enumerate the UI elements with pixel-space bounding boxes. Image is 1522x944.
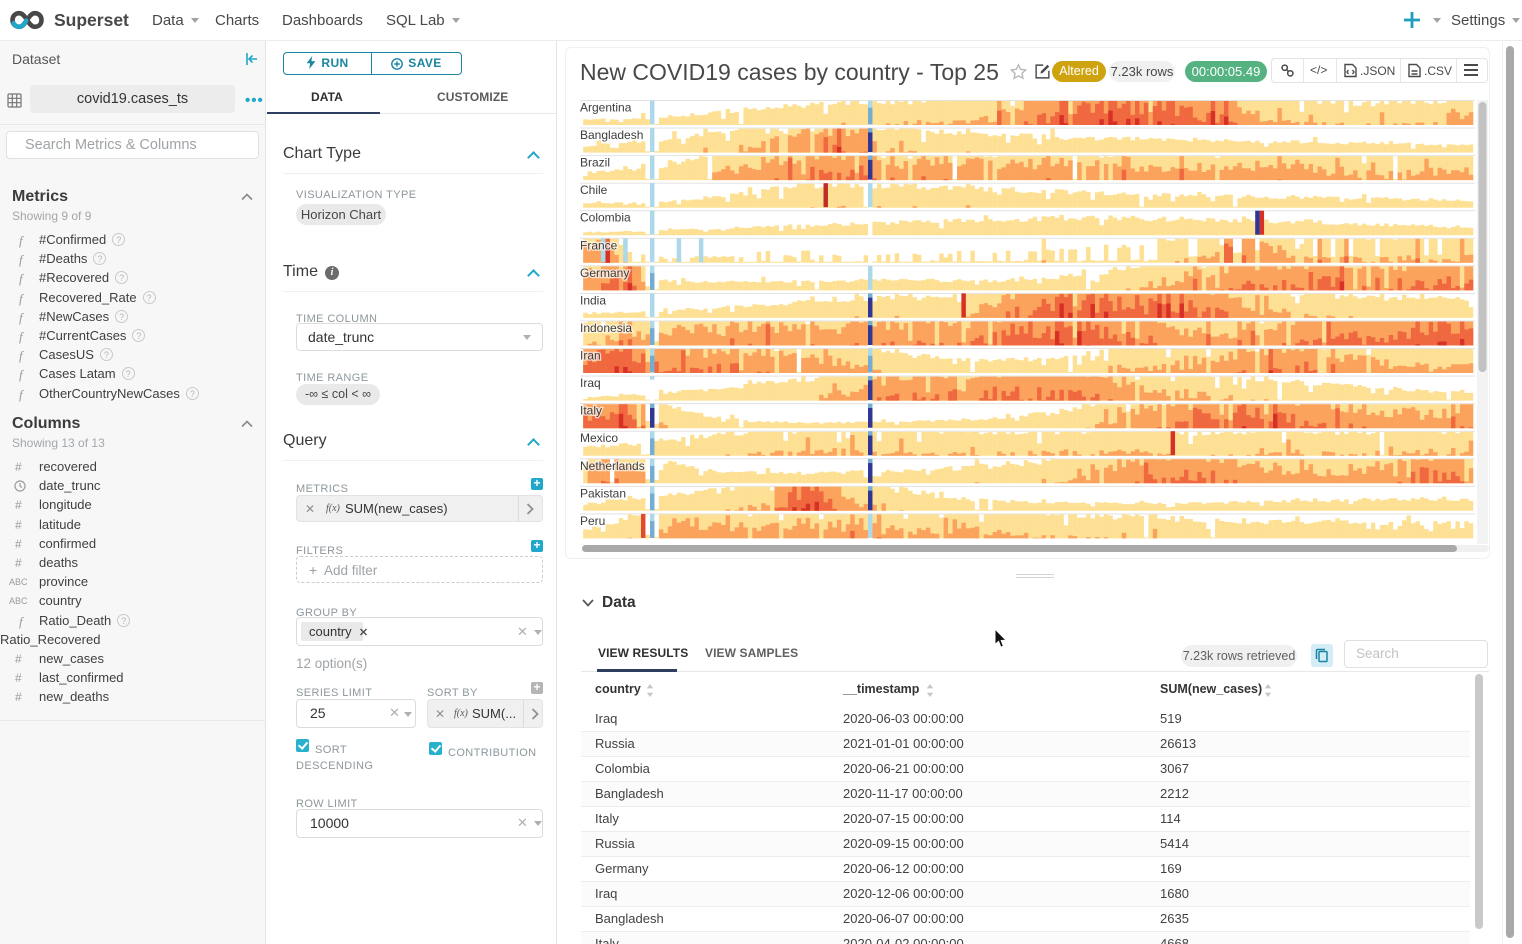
svg-text:Iran: Iran (580, 349, 601, 363)
svg-text:India: India (580, 293, 606, 307)
svg-text:Colombia: Colombia (580, 211, 631, 225)
svg-text:France: France (580, 238, 618, 252)
svg-text:Chile: Chile (580, 183, 608, 197)
svg-text:Peru: Peru (580, 514, 605, 528)
svg-text:Iraq: Iraq (580, 376, 601, 390)
svg-text:Germany: Germany (580, 266, 629, 280)
svg-text:Pakistan: Pakistan (580, 486, 626, 500)
svg-text:Italy: Italy (580, 404, 602, 418)
svg-text:Argentina: Argentina (580, 101, 632, 115)
svg-text:Brazil: Brazil (580, 156, 610, 170)
svg-text:Bangladesh: Bangladesh (580, 128, 643, 142)
svg-text:Netherlands: Netherlands (580, 459, 645, 473)
svg-text:Indonesia: Indonesia (580, 321, 632, 335)
svg-text:Mexico: Mexico (580, 431, 618, 445)
